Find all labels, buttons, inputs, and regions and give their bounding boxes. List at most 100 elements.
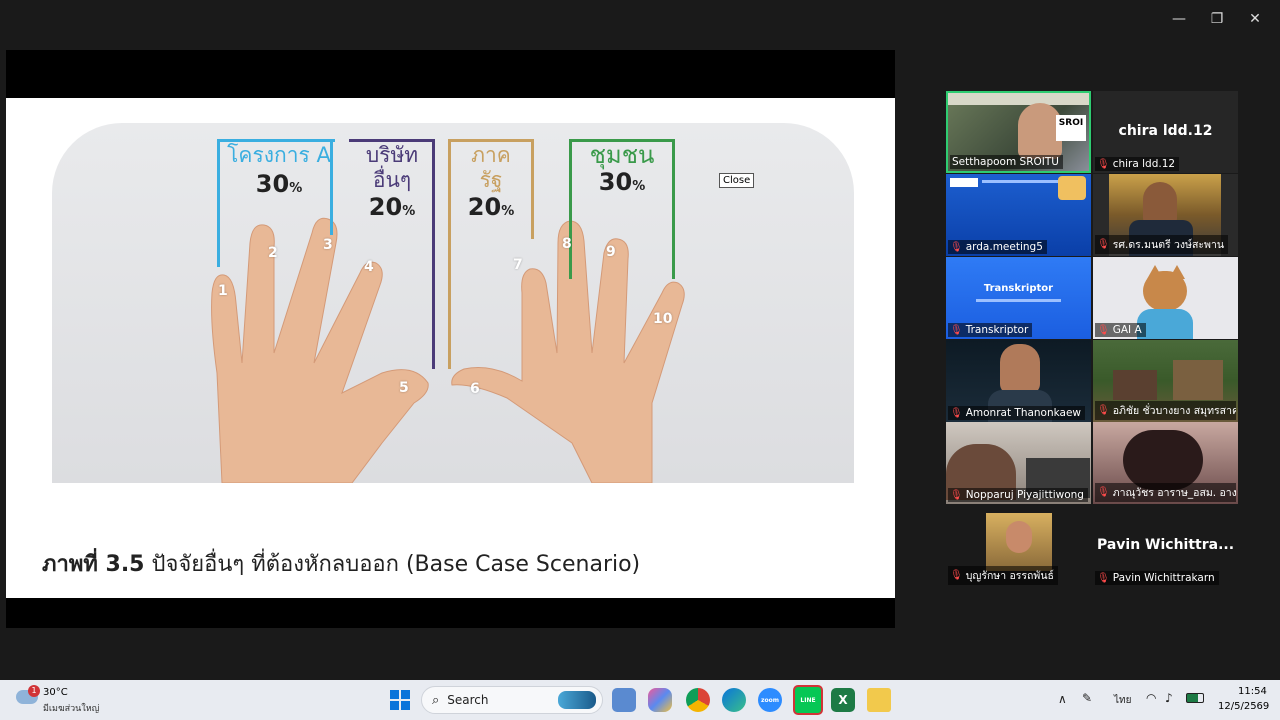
participant-tile-8[interactable]: 🎙 อภิชัย ชั่วบางยาง สมุทรสาคร — [1093, 340, 1238, 422]
windows-start-icon[interactable] — [388, 688, 412, 712]
pen-icon[interactable]: ✎ — [1082, 691, 1092, 705]
participant-tile-4[interactable]: 🎙 รศ.ดร.มนตรี วงษ์สะพาน — [1093, 174, 1238, 256]
finger-number-2: 2 — [268, 245, 278, 261]
clock-time[interactable]: 11:54 — [1238, 686, 1267, 697]
participant-head — [1123, 430, 1203, 490]
percent-unit: % — [289, 181, 303, 196]
mic-muted-icon: 🎙 — [950, 324, 963, 336]
speaker-icon[interactable]: ♪ — [1165, 691, 1173, 705]
search-label: Search — [447, 693, 489, 707]
participant-name: 🎙 Nopparuj Piyajittiwong — [948, 488, 1088, 502]
participant-tile-7[interactable]: 🎙 Amonrat Thanonkaew — [946, 340, 1091, 422]
bracket-title: ชุมชน — [589, 141, 655, 169]
mic-muted-icon: 🎙 — [1097, 239, 1110, 250]
file-explorer-icon[interactable] — [867, 688, 891, 712]
finger-number-5: 5 — [399, 380, 409, 396]
participant-name-text: รศ.ดร.มนตรี วงษ์สะพาน — [1112, 239, 1225, 251]
close-tooltip[interactable]: Close — [719, 173, 755, 188]
copilot-icon[interactable] — [648, 688, 672, 712]
wifi-icon[interactable]: ◠ — [1146, 691, 1156, 705]
participant-name-text: Amonrat Thanonkaew — [965, 407, 1082, 419]
participant-name-text: Nopparuj Piyajittiwong — [965, 489, 1084, 501]
mascot-image — [1058, 176, 1086, 200]
chevron-up-icon[interactable]: ∧ — [1058, 692, 1067, 706]
language-indicator[interactable]: ไทย — [1114, 693, 1131, 708]
mic-muted-icon: 🎙 — [950, 241, 963, 253]
edge-icon[interactable] — [722, 688, 746, 712]
participant-tile-3[interactable]: 🎙 arda.meeting5 — [946, 174, 1091, 256]
window-controls: — ❐ ✕ — [1160, 8, 1274, 30]
finger-number-9: 9 — [606, 244, 616, 260]
restore-button[interactable]: ❐ — [1198, 8, 1236, 30]
participant-tile-9[interactable]: 🎙 Nopparuj Piyajittiwong — [946, 422, 1091, 504]
chrome-icon[interactable] — [686, 688, 710, 712]
weather-badge: 1 — [28, 685, 40, 697]
bracket-percent: 20% — [349, 195, 435, 224]
logo-mark — [950, 178, 978, 187]
participant-name-text: อภิชัย ชั่วบางยาง สมุทรสาคร — [1112, 405, 1236, 417]
participant-name: 🎙 GAI A — [1095, 323, 1146, 337]
clock-date[interactable]: 12/5/2569 — [1218, 701, 1269, 712]
participant-name: 🎙 chira ldd.12 — [1095, 157, 1180, 171]
participant-name-text: Pavin Wichittrakarn — [1112, 572, 1215, 584]
zoom-icon[interactable]: zoom — [758, 688, 782, 712]
participant-name-text: Setthapoom SROITU — [952, 156, 1059, 168]
battery-icon[interactable] — [1186, 693, 1204, 703]
participant-name-text: บุญรักษา อรรถพันธ์ — [965, 570, 1054, 582]
participant-name-text: arda.meeting5 — [965, 241, 1043, 253]
participant-name: 🎙ภาณุวัชร อาราษ_อสม. อางทอง — [1095, 483, 1236, 502]
bracket-label-project-a: โครงการ A 30% — [220, 143, 338, 201]
participant-big-name: chira ldd.12 — [1118, 123, 1213, 139]
mic-muted-icon: 🎙 — [1097, 324, 1110, 336]
participant-tile-10[interactable]: 🎙ภาณุวัชร อาราษ_อสม. อางทอง — [1093, 422, 1238, 504]
participant-name: 🎙 อภิชัย ชั่วบางยาง สมุทรสาคร — [1095, 401, 1236, 420]
mic-muted-icon: 🎙 — [1097, 158, 1110, 170]
banner-strip — [948, 93, 1089, 105]
minimize-button[interactable]: — — [1160, 8, 1198, 30]
participant-tile-1[interactable]: SROI Setthapoom SROITU — [946, 91, 1091, 173]
bracket-percent: 20% — [448, 195, 534, 224]
mic-muted-icon: 🎙 — [1097, 572, 1110, 584]
search-highlight-image — [558, 691, 596, 709]
participant-face — [1000, 344, 1040, 394]
transkriptor-logo: Transkriptor — [983, 283, 1054, 294]
percent-value: 20 — [467, 193, 502, 221]
percent-value: 20 — [368, 193, 403, 221]
close-button[interactable]: ✕ — [1236, 8, 1274, 30]
search-icon: ⌕ — [432, 692, 440, 708]
participant-name-text: GAI A — [1112, 324, 1142, 336]
excel-icon[interactable]: X — [831, 688, 855, 712]
participant-tile-6[interactable]: 🎙 GAI A — [1093, 257, 1238, 339]
windows-logo-icon — [390, 690, 410, 710]
bracket-title: บริษัท — [365, 143, 419, 167]
bracket-subtitle: อื่นๆ — [372, 168, 412, 192]
participant-name: Setthapoom SROITU — [950, 155, 1063, 169]
percent-unit: % — [501, 204, 515, 219]
avatar-ear-left — [1147, 265, 1163, 279]
participant-name: 🎙 รศ.ดร.มนตรี วงษ์สะพาน — [1095, 235, 1229, 254]
mic-muted-icon: 🎙 — [950, 570, 963, 581]
participant-face — [1006, 521, 1032, 553]
finger-number-6: 6 — [470, 381, 480, 397]
avatar-ear-right — [1169, 265, 1185, 279]
participant-tile-2[interactable]: chira ldd.12 🎙 chira ldd.12 — [1093, 91, 1238, 173]
shared-screen: โครงการ A 30% บริษัท อื่นๆ 20% ภาค รัฐ 2… — [6, 50, 895, 628]
participant-tile-11[interactable]: 🎙 บุญรักษา อรรถพันธ์ — [946, 505, 1091, 587]
taskbar-search[interactable]: ⌕ Search — [421, 686, 603, 714]
slide-caption: ภาพที่ 3.5 ปัจจัยอื่นๆ ที่ต้องหักลบออก (… — [42, 546, 640, 581]
line-icon[interactable]: LINE — [793, 685, 823, 715]
taskbar: 1 30°C มีเมฆส่วนใหญ่ ⌕ Search zoom LINE … — [0, 680, 1280, 720]
bracket-title: ภาค — [471, 143, 511, 167]
finger-number-4: 4 — [364, 259, 374, 275]
photos-icon[interactable] — [612, 688, 636, 712]
participant-tile-5[interactable]: Transkriptor 🎙 Transkriptor — [946, 257, 1091, 339]
participant-tile-12[interactable]: Pavin Wichittra... 🎙 Pavin Wichittrakarn — [1093, 505, 1238, 587]
bracket-label-government: ภาค รัฐ 20% — [448, 143, 534, 224]
bracket-percent: 30% — [569, 170, 675, 199]
weather-widget[interactable]: 1 30°C มีเมฆส่วนใหญ่ — [14, 684, 124, 716]
bracket-title: โครงการ A — [227, 143, 331, 167]
mic-muted-icon: 🎙 — [1097, 405, 1110, 416]
percent-unit: % — [632, 179, 646, 194]
sroi-sign: SROI — [1056, 115, 1086, 141]
percent-unit: % — [402, 204, 416, 219]
